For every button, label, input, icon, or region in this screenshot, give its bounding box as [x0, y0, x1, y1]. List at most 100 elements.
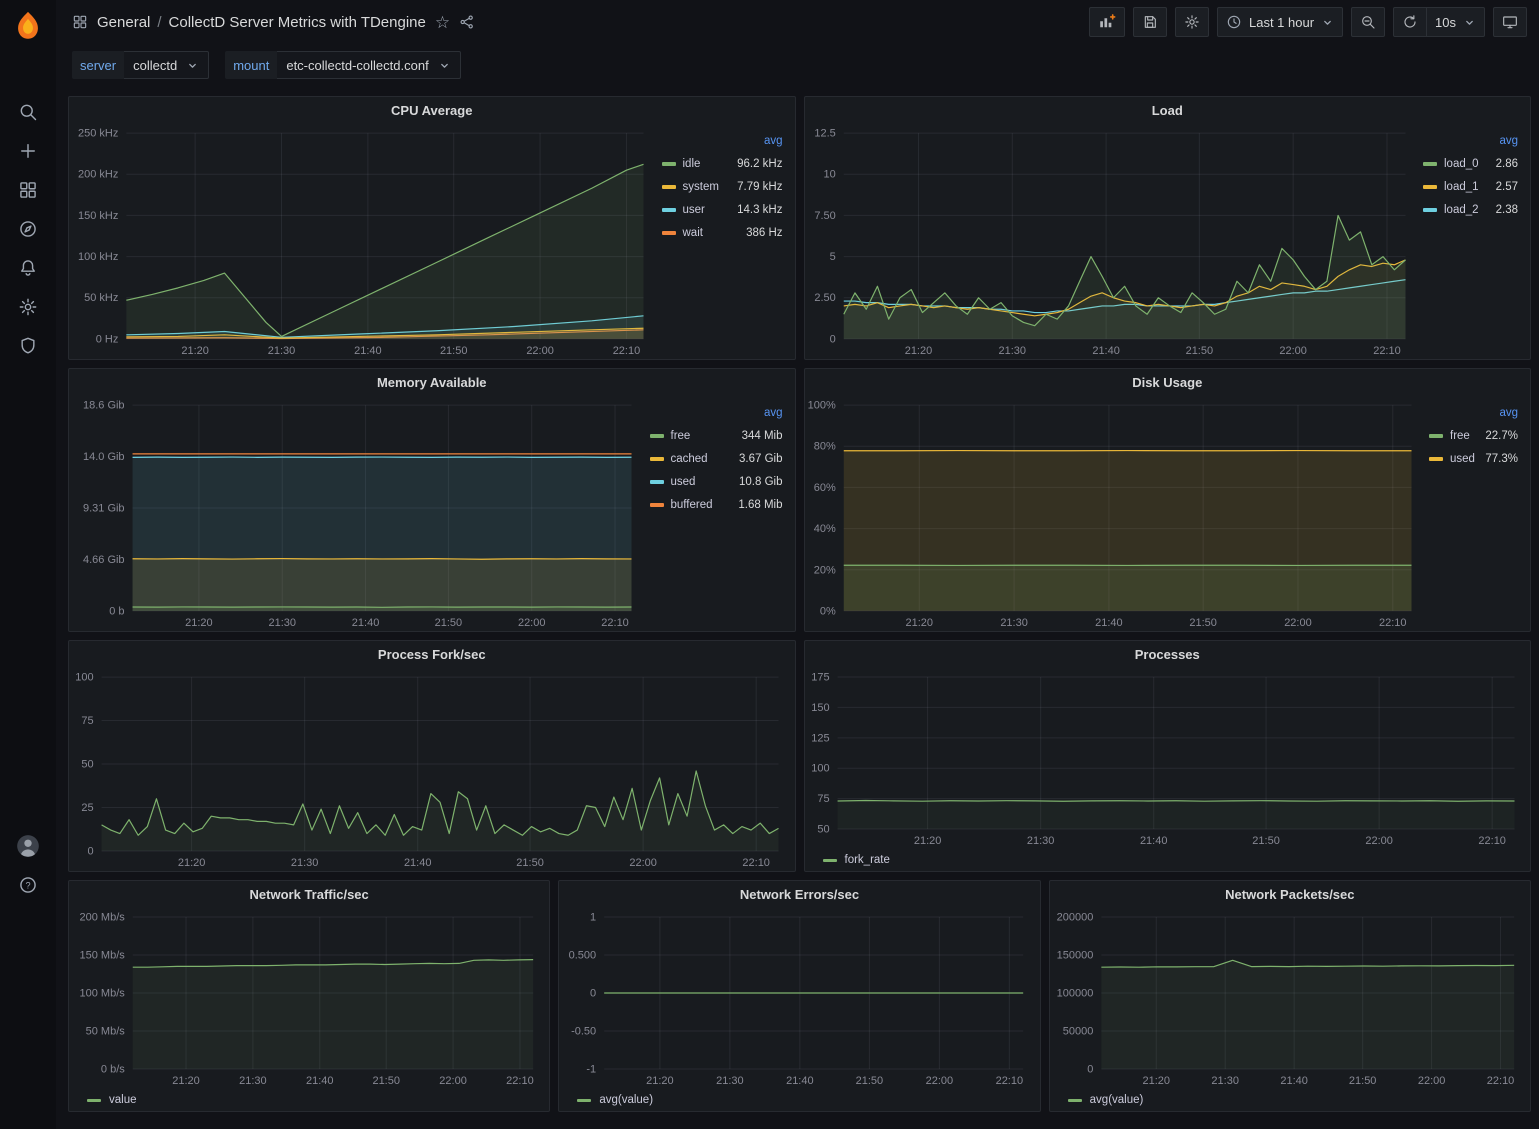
legend-series-swatch[interactable] [650, 480, 664, 484]
chart-fork[interactable]: 025507510021:2021:3021:4021:5022:0022:10 [69, 667, 795, 871]
legend-series-swatch[interactable] [1423, 162, 1437, 166]
legend-series-name[interactable]: buffered [671, 499, 739, 511]
legend-item: load_12.57 [1423, 175, 1518, 198]
breadcrumb-folder[interactable]: General [97, 14, 150, 31]
svg-text:75: 75 [81, 715, 93, 727]
legend-series-name[interactable]: used [671, 476, 740, 488]
server-admin-shield-icon[interactable] [0, 326, 56, 365]
share-icon[interactable] [459, 14, 475, 30]
legend-series-swatch[interactable] [662, 231, 676, 235]
panel-header-fork[interactable]: Process Fork/sec [69, 641, 795, 667]
legend-avg-header[interactable]: avg [1499, 135, 1518, 147]
legend-series-swatch[interactable] [650, 434, 664, 438]
chart-processes[interactable]: 507510012515017521:2021:3021:4021:5022:0… [805, 667, 1531, 849]
star-icon[interactable]: ☆ [435, 14, 450, 31]
user-avatar[interactable] [0, 826, 56, 865]
legend-series-swatch[interactable] [1068, 1099, 1082, 1102]
legend-series-swatch[interactable] [1423, 185, 1437, 189]
legend-item: load_02.86 [1423, 152, 1518, 175]
panel-header-net_traffic[interactable]: Network Traffic/sec [69, 881, 549, 907]
configuration-gear-icon[interactable] [0, 287, 56, 326]
legend-series-swatch[interactable] [662, 185, 676, 189]
legend-avg-header[interactable]: avg [764, 407, 783, 419]
top-navbar: General / CollectD Server Metrics with T… [56, 0, 1539, 44]
legend-series-name[interactable]: value [109, 1094, 549, 1106]
chart-net_traffic[interactable]: 0 b/s50 Mb/s100 Mb/s150 Mb/s200 Mb/s21:2… [69, 907, 549, 1089]
legend-series-name[interactable]: idle [683, 158, 738, 170]
panel-header-memory[interactable]: Memory Available [69, 369, 795, 395]
legend-series-swatch[interactable] [823, 859, 837, 862]
help-icon[interactable] [0, 865, 56, 904]
chart-cpu[interactable]: 0 Hz50 kHz100 kHz150 kHz200 kHz250 kHz21… [69, 123, 660, 359]
chart-area: 025507510021:2021:3021:4021:5022:0022:10 [69, 667, 795, 871]
time-range-picker[interactable]: Last 1 hour [1217, 7, 1343, 37]
legend-avg-header[interactable]: avg [764, 135, 783, 147]
search-icon[interactable] [0, 92, 56, 131]
panel-header-processes[interactable]: Processes [805, 641, 1531, 667]
legend-series-swatch[interactable] [1423, 208, 1437, 212]
grafana-logo[interactable] [10, 8, 46, 44]
chart-net_packets[interactable]: 05000010000015000020000021:2021:3021:402… [1050, 907, 1530, 1089]
panel-body: 025507510021:2021:3021:4021:5022:0022:10 [69, 667, 795, 871]
svg-text:12.5: 12.5 [814, 128, 835, 140]
dashboard-grid-icon[interactable] [72, 14, 88, 30]
panel-memory-available: Memory Available0 b4.66 Gib9.31 Gib14.0 … [68, 368, 796, 632]
chart-disk[interactable]: 0%20%40%60%80%100%21:2021:3021:4021:5022… [805, 395, 1428, 631]
panel-header-cpu[interactable]: CPU Average [69, 97, 795, 123]
refresh-button[interactable] [1393, 7, 1427, 37]
breadcrumb-dashboard-title[interactable]: CollectD Server Metrics with TDengine [169, 14, 426, 31]
legend-series-swatch[interactable] [650, 457, 664, 461]
legend-series-name[interactable]: avg(value) [1090, 1094, 1530, 1106]
svg-text:21:40: 21:40 [1139, 835, 1167, 847]
legend-series-name[interactable]: free [1450, 430, 1485, 442]
legend-series-name[interactable]: cached [671, 453, 740, 465]
chart-load[interactable]: 02.5057.501012.521:2021:3021:4021:5022:0… [805, 123, 1422, 359]
legend-series-swatch[interactable] [1429, 434, 1443, 438]
dashboards-grid-icon[interactable] [0, 170, 56, 209]
legend-series-swatch[interactable] [650, 503, 664, 507]
legend-series-name[interactable]: used [1450, 453, 1485, 465]
legend-series-swatch[interactable] [662, 162, 676, 166]
legend-series-name[interactable]: wait [683, 227, 747, 239]
svg-text:0 Hz: 0 Hz [96, 333, 119, 345]
svg-text:22:10: 22:10 [742, 857, 770, 869]
create-plus-icon[interactable] [0, 131, 56, 170]
legend-series-name[interactable]: load_1 [1444, 181, 1496, 193]
legend-series-name[interactable]: avg(value) [599, 1094, 1039, 1106]
panel-header-net_errors[interactable]: Network Errors/sec [559, 881, 1039, 907]
cycle-view-button[interactable] [1493, 7, 1527, 37]
svg-text:21:20: 21:20 [904, 345, 932, 357]
legend-series-swatch[interactable] [577, 1099, 591, 1102]
alerting-bell-icon[interactable] [0, 248, 56, 287]
svg-text:0 b/s: 0 b/s [101, 1064, 125, 1076]
svg-text:60%: 60% [813, 482, 835, 494]
panel-header-load[interactable]: Load [805, 97, 1531, 123]
explore-compass-icon[interactable] [0, 209, 56, 248]
legend-series-name[interactable]: load_0 [1444, 158, 1496, 170]
legend-series-name[interactable]: system [683, 181, 738, 193]
chart-net_errors[interactable]: -1-0.5000.500121:2021:3021:4021:5022:002… [559, 907, 1039, 1089]
dashboard-settings-button[interactable] [1175, 7, 1209, 37]
zoom-out-button[interactable] [1351, 7, 1385, 37]
panel-header-disk[interactable]: Disk Usage [805, 369, 1531, 395]
legend-avg-header[interactable]: avg [1499, 407, 1518, 419]
panel-header-net_packets[interactable]: Network Packets/sec [1050, 881, 1530, 907]
refresh-interval-picker[interactable]: 10s [1427, 7, 1485, 37]
variable-value-server[interactable]: collectd [124, 51, 209, 79]
legend-series-swatch[interactable] [1429, 457, 1443, 461]
svg-text:9.31 Gib: 9.31 Gib [83, 503, 125, 515]
legend-series-name[interactable]: user [683, 204, 738, 216]
panel-title: Network Errors/sec [740, 887, 859, 902]
panel-body: 0 b4.66 Gib9.31 Gib14.0 Gib18.6 Gib21:20… [69, 395, 795, 631]
svg-text:22:10: 22:10 [1373, 345, 1401, 357]
add-panel-button[interactable] [1089, 7, 1125, 37]
svg-text:-0.50: -0.50 [571, 1026, 596, 1038]
legend-series-name[interactable]: free [671, 430, 742, 442]
legend-series-name[interactable]: load_2 [1444, 204, 1496, 216]
legend-series-swatch[interactable] [662, 208, 676, 212]
legend-series-name[interactable]: fork_rate [845, 854, 1531, 866]
chart-memory[interactable]: 0 b4.66 Gib9.31 Gib14.0 Gib18.6 Gib21:20… [69, 395, 648, 631]
legend-series-swatch[interactable] [87, 1099, 101, 1102]
variable-value-mount[interactable]: etc-collectd-collectd.conf [277, 51, 460, 79]
save-dashboard-button[interactable] [1133, 7, 1167, 37]
